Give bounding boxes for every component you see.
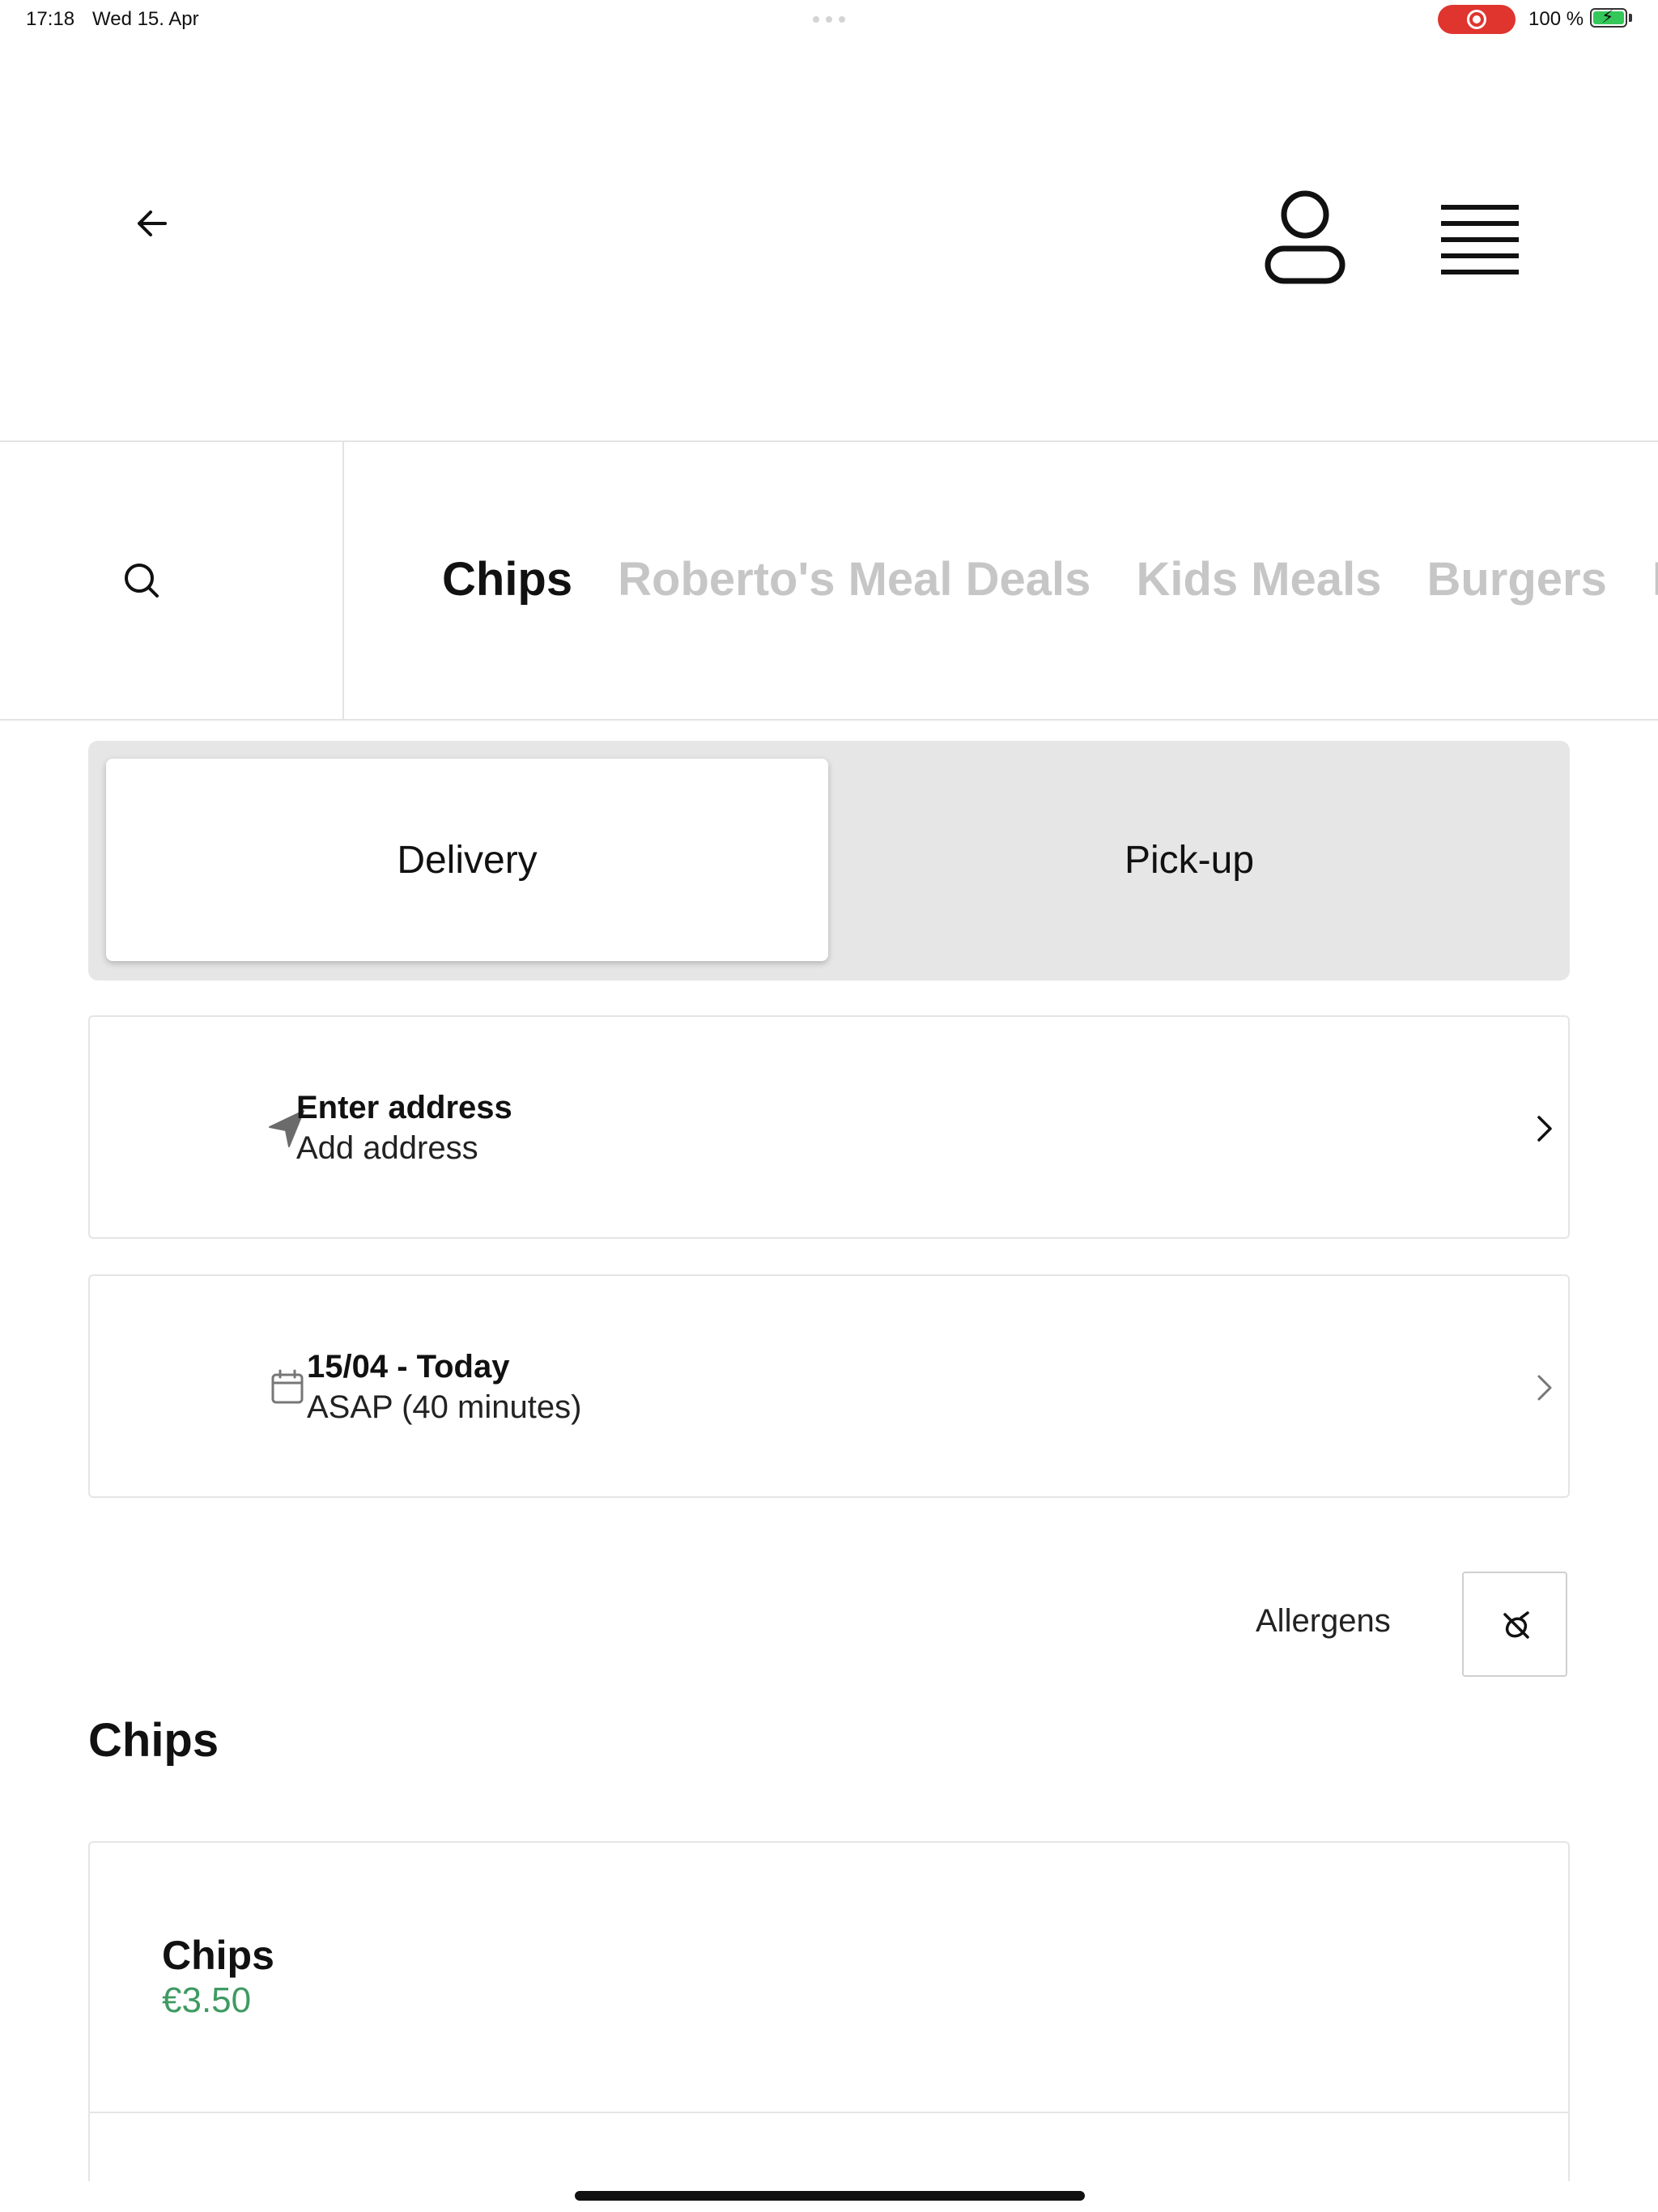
- address-subtitle: Add address: [296, 1130, 478, 1166]
- allergens-label[interactable]: Allergens: [1256, 1603, 1391, 1640]
- product-name: Chips: [162, 1933, 274, 1978]
- allergen-filter-icon: [1503, 1611, 1529, 1639]
- calendar-icon: [271, 1369, 304, 1404]
- schedule-subtitle: ASAP (40 minutes): [307, 1389, 582, 1425]
- search-button[interactable]: [121, 560, 164, 602]
- delivery-option[interactable]: Delivery: [106, 759, 828, 961]
- status-bar: 17:18 Wed 15. Apr 100 % ⚡: [0, 0, 1658, 39]
- menu-button[interactable]: [1438, 201, 1522, 279]
- battery-tip: [1629, 14, 1632, 22]
- screen-recording-icon[interactable]: [1438, 5, 1516, 34]
- home-indicator[interactable]: [575, 2191, 1085, 2201]
- search-cell: [0, 442, 344, 719]
- product-card[interactable]: Chips €3.50: [88, 1841, 1570, 2181]
- back-button[interactable]: [130, 201, 175, 246]
- order-mode-toggle: Delivery Pick-up: [88, 741, 1570, 981]
- tab-chips[interactable]: Chips: [442, 547, 572, 612]
- divider: [90, 2112, 1568, 2113]
- search-icon: [125, 564, 159, 598]
- chevron-right-icon: [1537, 1375, 1552, 1401]
- header: [0, 39, 1658, 442]
- tab-kids-meals[interactable]: Kids Meals: [1136, 547, 1381, 612]
- tab-burgers[interactable]: Burgers: [1426, 547, 1606, 612]
- address-title: Enter address: [296, 1090, 512, 1125]
- schedule-title: 15/04 - Today: [307, 1349, 510, 1385]
- delivery-time-card[interactable]: 15/04 - Today ASAP (40 minutes): [88, 1274, 1570, 1498]
- category-nav: Chips Roberto's Meal Deals Kids Meals Bu…: [0, 442, 1658, 721]
- pickup-option[interactable]: Pick-up: [828, 759, 1550, 961]
- section-title: Chips: [88, 1714, 219, 1767]
- tab-robertos-meal-deals[interactable]: Roberto's Meal Deals: [618, 547, 1090, 612]
- status-date: Wed 15. Apr: [92, 8, 199, 30]
- allergens-button[interactable]: [1462, 1572, 1567, 1677]
- user-icon: [1265, 190, 1346, 284]
- account-button[interactable]: [1263, 189, 1347, 287]
- category-tabs: Chips Roberto's Meal Deals Kids Meals Bu…: [442, 547, 1658, 612]
- address-card[interactable]: Enter address Add address: [88, 1015, 1570, 1239]
- battery-percentage: 100 %: [1528, 8, 1584, 30]
- multitasking-dots-icon[interactable]: [813, 16, 845, 23]
- status-time: 17:18: [26, 8, 75, 30]
- battery-icon: ⚡: [1590, 7, 1627, 28]
- product-price: €3.50: [162, 1980, 252, 2020]
- arrow-left-icon: [138, 211, 167, 236]
- chevron-right-icon: [1537, 1116, 1552, 1142]
- page: 17:18 Wed 15. Apr 100 % ⚡ Chips Roberto'…: [0, 0, 1658, 2212]
- tab-partial-next[interactable]: F: [1652, 547, 1658, 612]
- hamburger-menu-icon: [1441, 205, 1519, 274]
